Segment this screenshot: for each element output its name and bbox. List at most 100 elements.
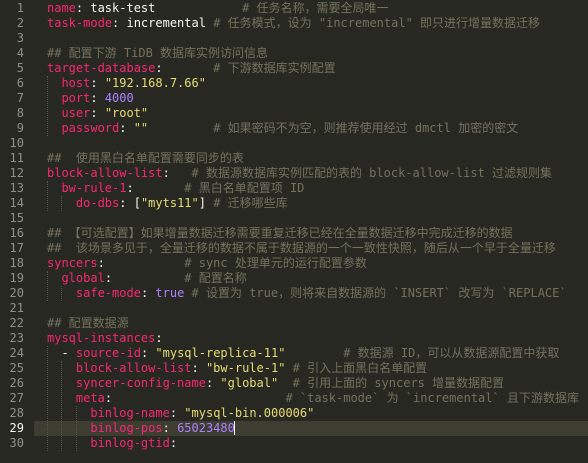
code-line[interactable] <box>47 301 588 316</box>
comment: # 引用上面的 syncers 增量数据配置 <box>292 375 505 390</box>
code-line[interactable]: port: 4000 <box>47 91 588 106</box>
code-line[interactable]: task-mode: incremental # 任务模式，设为 "increm… <box>47 16 588 31</box>
line-number: 13 <box>9 180 24 195</box>
code-line[interactable]: syncer-config-name: "global" # 引用上面的 syn… <box>47 376 588 391</box>
yaml-key: binlog-name <box>90 405 170 420</box>
code-line[interactable]: ## 该场景多见于，全量迁移的数据不属于数据源的一个一致性快照，随后从一个早于全… <box>47 241 588 256</box>
yaml-key: user <box>61 105 91 120</box>
comment: # `task-mode` 为 `incremental` 且下游数据库 <box>285 390 579 405</box>
comment: # 配置名称 <box>184 270 247 285</box>
string-value: "root" <box>104 105 149 120</box>
yaml-key: task-mode <box>47 15 113 30</box>
code-line[interactable]: user: "root" <box>47 106 588 121</box>
code-line[interactable]: target-database: # 下游数据库实例配置 <box>47 61 588 76</box>
code-editor[interactable]: 1 2 3 4 5 6 7 8 9 10 11 12 13 14 15 16 17 18 19 20 21 22 23 24 2… <box>0 0 588 463</box>
code-line[interactable]: ## 配置下游 TiDB 数据库实例访问信息 <box>47 46 588 61</box>
code-line[interactable]: binlog-name: "mysql-bin.000006" <box>47 406 588 421</box>
code-line[interactable]: ## 配置数据源 <box>47 316 588 331</box>
code-line[interactable]: do-dbs: ["myts11"] # 迁移哪些库 <box>47 196 588 211</box>
line-number: 21 <box>9 300 24 315</box>
indent-guide <box>47 180 48 211</box>
punctuation: : <box>162 420 178 435</box>
punctuation: : <box>90 75 105 90</box>
string-value: "" <box>133 120 149 135</box>
yaml-key: source-id <box>75 345 141 360</box>
comment: # 设置为 true，则将来自数据源的 `INSERT` 改写为 `REPLAC… <box>191 285 567 300</box>
punctuation: : <box>169 435 178 450</box>
code-line[interactable]: binlog-gtid: <box>47 436 588 451</box>
punctuation: : <box>169 405 185 420</box>
line-number: 1 <box>16 0 24 15</box>
comment: # 如果密码不为空，则推荐使用经过 dmctl 加密的密文 <box>213 120 519 135</box>
line-number-gutter: 1 2 3 4 5 6 7 8 9 10 11 12 13 14 15 16 17 18 19 20 21 22 23 24 2… <box>0 0 34 463</box>
punctuation <box>47 181 61 195</box>
punctuation: : <box>162 165 192 180</box>
line-number: 4 <box>16 45 24 60</box>
comment: ## 配置下游 TiDB 数据库实例访问信息 <box>47 45 269 60</box>
yaml-key: block-allow-list <box>75 360 192 375</box>
string-value: "192.168.7.66" <box>104 75 206 90</box>
line-number: 11 <box>9 150 24 165</box>
comment: # 任务名称，需要全局唯一 <box>242 0 389 15</box>
code-line[interactable]: ## 使用黑白名单配置需要同步的表 <box>47 151 588 166</box>
yaml-key: global <box>61 270 105 285</box>
code-line[interactable]: mysql-instances: <box>47 331 588 346</box>
punctuation: : <box>119 120 134 135</box>
code-line[interactable]: syncers: # sync 处理单元的运行配置参数 <box>47 256 588 271</box>
line-number: 14 <box>9 195 24 210</box>
code-line[interactable] <box>47 136 588 151</box>
comment: # 数据源 ID，可以从数据源配置中获取 <box>343 345 560 360</box>
indent-guide <box>61 285 63 301</box>
code-line[interactable]: name: task-test # 任务名称，需要全局唯一 <box>47 1 588 16</box>
code-line[interactable]: host: "192.168.7.66" <box>47 76 588 91</box>
punctuation: : [ <box>119 195 141 210</box>
code-line[interactable]: global: # 配置名称 <box>47 271 588 286</box>
number-value: true <box>155 285 185 300</box>
punctuation: : <box>97 255 185 270</box>
punctuation: : <box>205 375 221 390</box>
code-line[interactable] <box>47 211 588 226</box>
yaml-key: binlog-pos <box>90 420 163 435</box>
punctuation: : <box>104 270 185 285</box>
code-line[interactable] <box>47 31 588 46</box>
code-line[interactable]: block-allow-list: # 数据源数据库实例匹配的表的 block-… <box>47 166 588 181</box>
punctuation: incremental <box>126 15 206 30</box>
line-number: 12 <box>9 165 24 180</box>
code-line[interactable]: safe-mode: true # 设置为 true，则将来自数据源的 `INS… <box>47 286 588 301</box>
indent-guide <box>75 405 77 451</box>
punctuation <box>47 406 90 420</box>
punctuation <box>47 121 61 135</box>
yaml-key: name <box>47 0 76 15</box>
line-number: 2 <box>16 15 24 30</box>
code-line[interactable]: - source-id: "mysql-replica-11" # 数据源 ID… <box>47 346 588 361</box>
punctuation <box>278 376 292 390</box>
code-line[interactable]: binlog-pos: 65023480 <box>34 420 588 436</box>
punctuation <box>47 91 61 105</box>
indent-guide <box>47 75 48 136</box>
punctuation: : <box>126 180 185 195</box>
code-area[interactable]: name: task-test # 任务名称，需要全局唯一 task-mode: … <box>34 0 588 463</box>
comment: # 黑白名单配置项 ID <box>184 180 305 195</box>
code-line[interactable]: bw-rule-1: # 黑白名单配置项 ID <box>47 181 588 196</box>
punctuation <box>148 121 213 135</box>
code-line[interactable]: password: "" # 如果密码不为空，则推荐使用经过 dmctl 加密的… <box>47 121 588 136</box>
line-number: 17 <box>9 240 24 255</box>
yaml-key: host <box>61 75 91 90</box>
code-line[interactable]: block-allow-list: "bw-rule-1" # 引入上面黑白名单… <box>47 361 588 376</box>
punctuation <box>285 346 343 360</box>
yaml-key: password <box>61 120 120 135</box>
code-line[interactable]: meta: # `task-mode` 为 `incremental` 且下游数… <box>47 391 588 406</box>
comment: # sync 处理单元的运行配置参数 <box>184 255 367 270</box>
indent-guide <box>61 195 63 211</box>
comment: # 任务模式，设为 "incremental" 即只进行增量数据迁移 <box>213 15 541 30</box>
yaml-key: do-dbs <box>75 195 120 210</box>
code-line[interactable]: ## 【可选配置】如果增量数据迁移需要重复迁移已经在全量数据迁移中完成迁移的数据 <box>47 226 588 241</box>
punctuation: : <box>155 60 214 75</box>
yaml-key: target-database <box>47 60 156 75</box>
yaml-key: binlog-gtid <box>90 435 170 450</box>
yaml-key: meta <box>75 390 105 405</box>
yaml-key: safe-mode <box>75 285 141 300</box>
punctuation <box>47 76 61 90</box>
yaml-key: bw-rule-1 <box>61 180 127 195</box>
punctuation: : <box>140 345 156 360</box>
